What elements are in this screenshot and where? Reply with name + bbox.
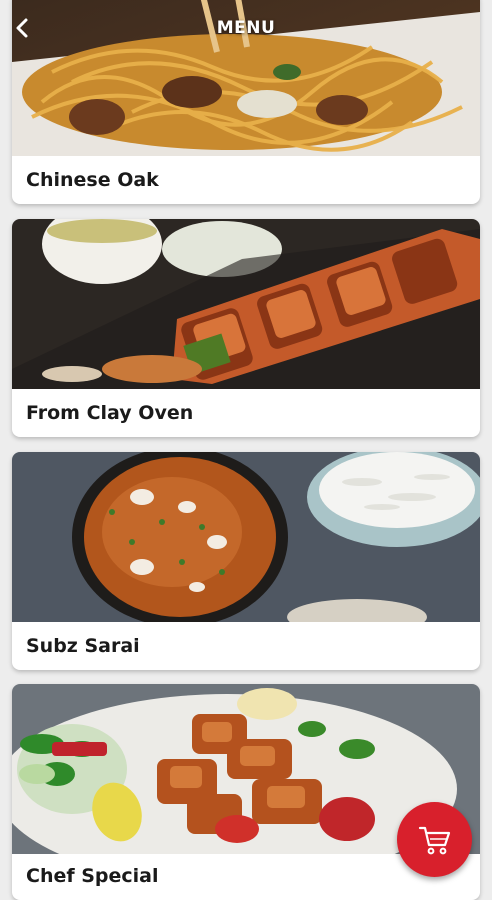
- top-bar: MENU: [0, 0, 492, 56]
- back-button[interactable]: [8, 14, 36, 42]
- category-card-subz-sarai[interactable]: Subz Sarai: [12, 452, 480, 670]
- category-label: Chinese Oak: [26, 169, 159, 191]
- category-label: Subz Sarai: [26, 635, 140, 657]
- curry-image: [12, 452, 480, 622]
- category-card-from-clay-oven[interactable]: From Clay Oven: [12, 219, 480, 437]
- category-label: From Clay Oven: [26, 402, 194, 424]
- category-label: Chef Special: [26, 865, 159, 887]
- page-title: MENU: [216, 18, 276, 38]
- tikka-image: [12, 219, 480, 389]
- cart-button[interactable]: [397, 802, 472, 877]
- chevron-left-icon: [16, 18, 28, 38]
- shopping-cart-icon: [418, 826, 450, 854]
